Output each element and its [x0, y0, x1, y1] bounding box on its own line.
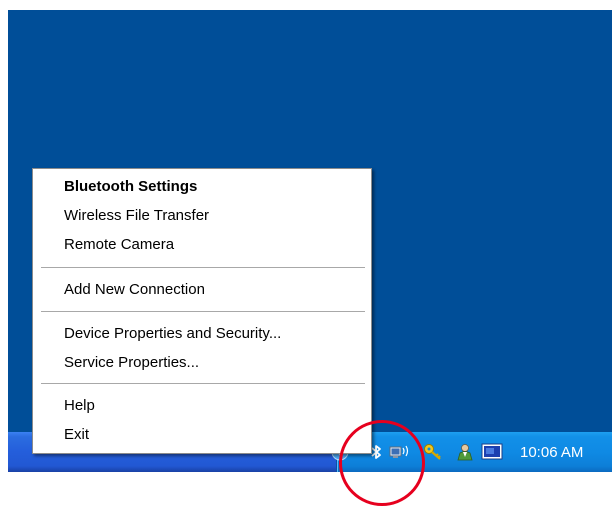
menu-separator	[41, 267, 365, 268]
menu-separator	[41, 383, 365, 384]
menu-item-exit[interactable]: Exit	[64, 424, 89, 446]
menu-item-add-new-connection[interactable]: Add New Connection	[64, 279, 205, 301]
menu-item-device-properties[interactable]: Device Properties and Security...	[64, 323, 281, 345]
clock[interactable]: 10:06 AM	[520, 444, 610, 462]
menu-item-wireless-file-transfer[interactable]: Wireless File Transfer	[64, 205, 209, 227]
menu-item-bluetooth-settings[interactable]: Bluetooth Settings	[64, 176, 197, 198]
screenshot: 10:06 AM Bluetooth Settings Wireless Fil…	[0, 0, 612, 512]
menu-item-service-properties[interactable]: Service Properties...	[64, 352, 199, 374]
bluetooth-context-menu: Bluetooth Settings Wireless File Transfe…	[32, 168, 372, 454]
menu-item-help[interactable]: Help	[64, 395, 95, 417]
menu-item-remote-camera[interactable]: Remote Camera	[64, 234, 174, 256]
menu-separator	[41, 311, 365, 312]
key-icon[interactable]	[423, 443, 443, 461]
annotation-circle	[339, 420, 425, 506]
monitor-icon[interactable]	[481, 443, 503, 461]
user-icon[interactable]	[456, 443, 474, 461]
